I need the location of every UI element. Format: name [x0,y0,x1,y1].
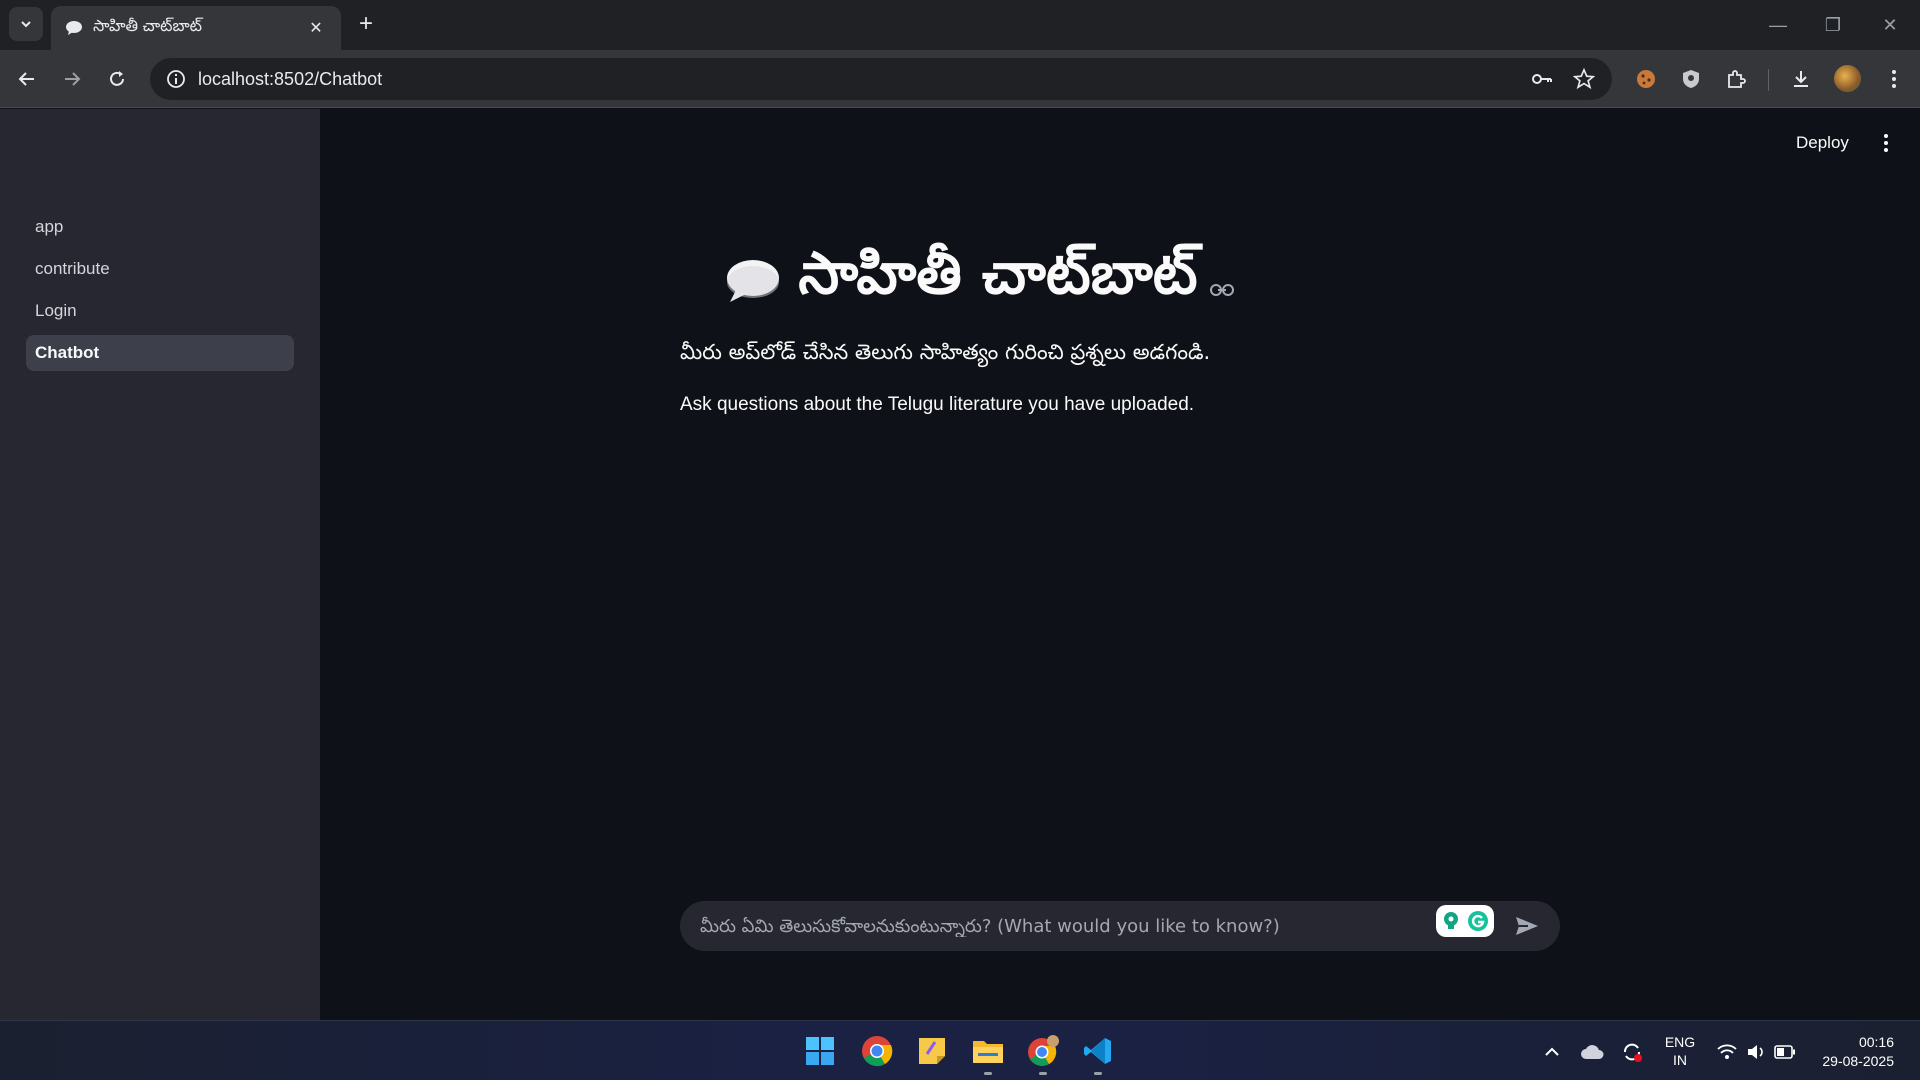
running-indicator [984,1072,992,1075]
lightbulb-icon [1444,912,1459,929]
cookie-extension-icon[interactable] [1632,65,1660,93]
send-icon [1516,917,1538,935]
close-window-button[interactable]: ✕ [1870,10,1910,40]
vscode-icon[interactable] [1078,1031,1118,1075]
chat-input-container [680,901,1560,951]
grammarly-icon [1467,911,1488,931]
bookmark-star-icon[interactable] [1570,65,1598,93]
sidebar-item-label: contribute [35,259,110,278]
sidebar-item-login[interactable]: Login [26,293,294,329]
tab-close-icon[interactable]: ✕ [305,18,327,38]
input-language-indicator[interactable]: ENG IN [1660,1033,1700,1069]
chrome-menu-icon[interactable] [1880,65,1908,93]
extensions-puzzle-icon[interactable] [1722,65,1750,93]
sidebar-item-app[interactable]: app [26,209,294,245]
sidebar-item-chatbot[interactable]: Chatbot [26,335,294,371]
reload-icon [110,71,124,86]
subtitle-telugu: మీరు అప్‌లోడ్ చేసిన తెలుగు సాహిత్యం గురి… [680,340,1211,364]
lang-region: IN [1673,1052,1687,1068]
sidebar-item-label: app [35,217,64,236]
speech-bubble-icon [727,259,780,302]
restore-button[interactable]: ❐ [1813,10,1853,40]
app-main: Deploy సాహితీ చాట్‌బాట్ మీరు అప్‌లోడ్ చే… [320,109,1920,1020]
arrow-left-icon [18,72,34,86]
sidebar-item-label: Login [35,301,77,320]
chrome-taskbar-icon[interactable] [857,1031,897,1071]
reload-button[interactable] [101,63,133,95]
password-key-icon[interactable] [1528,65,1556,93]
sidebar-item-contribute[interactable]: contribute [26,251,294,287]
running-indicator [1039,1072,1047,1075]
sticky-notes-icon[interactable] [912,1031,952,1071]
chrome-profile-taskbar-icon[interactable] [1023,1031,1063,1075]
link-icon[interactable] [1209,277,1236,303]
onedrive-cloud-icon[interactable] [1580,1040,1604,1064]
minimize-button[interactable]: — [1758,10,1798,40]
running-indicator [1094,1072,1102,1075]
sync-icon[interactable] [1620,1040,1644,1064]
forward-button[interactable] [56,63,88,95]
volume-icon[interactable] [1744,1040,1768,1064]
windows-start-icon[interactable] [800,1031,840,1071]
browser-tab-active[interactable]: సాహితీ చాట్‌బాట్ ✕ [51,6,341,50]
chevron-down-icon [21,21,31,28]
wifi-icon[interactable] [1715,1040,1739,1064]
arrow-right-icon [65,72,81,86]
clock-time: 00:16 [1858,1034,1894,1050]
title-row: సాహితీ చాట్‌బాట్ [680,239,1280,322]
back-button[interactable] [11,63,43,95]
url-text[interactable]: localhost:8502/Chatbot [198,69,1514,90]
lang-code: ENG [1664,1034,1696,1050]
chat-input[interactable] [700,915,1436,937]
tab-title: సాహితీ చాట్‌బాట్ [93,18,202,35]
download-icon[interactable] [1787,65,1815,93]
system-clock[interactable]: 00:16 29-08-2025 [1810,1033,1894,1071]
windows-taskbar: ENG IN 00:16 29-08-2025 [0,1020,1920,1080]
deploy-button[interactable]: Deploy [1796,133,1849,153]
toolbar-separator [1768,69,1769,91]
send-button[interactable] [1510,909,1544,943]
tray-chevron-up-icon[interactable] [1540,1040,1564,1064]
app-sidebar: app contribute Login Chatbot [0,109,320,1020]
address-bar[interactable]: localhost:8502/Chatbot [150,58,1612,100]
new-tab-button[interactable]: + [352,10,380,38]
profile-avatar[interactable] [1834,65,1861,92]
grammarly-widget[interactable] [1436,905,1494,937]
shield-extension-icon[interactable] [1677,65,1705,93]
battery-icon[interactable] [1773,1040,1797,1064]
main-menu-icon[interactable] [1876,133,1896,153]
browser-tabstrip: సాహితీ చాట్‌బాట్ ✕ + — ❐ ✕ [0,0,1920,50]
page-title: సాహితీ చాట్‌బాట్ [798,239,1198,307]
clock-date: 29-08-2025 [1822,1053,1894,1069]
subtitle-english: Ask questions about the Telugu literatur… [680,394,1195,415]
sidebar-item-label: Chatbot [35,343,100,362]
browser-toolbar: localhost:8502/Chatbot [0,50,1920,108]
speech-bubble-icon [66,21,82,35]
file-explorer-icon[interactable] [968,1031,1008,1075]
sidebar-nav: app contribute Login Chatbot [26,209,294,377]
main-content: సాహితీ చాట్‌బాట్ మీరు అప్‌లోడ్ చేసిన తెల… [680,239,1580,416]
tab-search-button[interactable] [9,7,43,41]
site-info-icon[interactable] [164,67,188,91]
